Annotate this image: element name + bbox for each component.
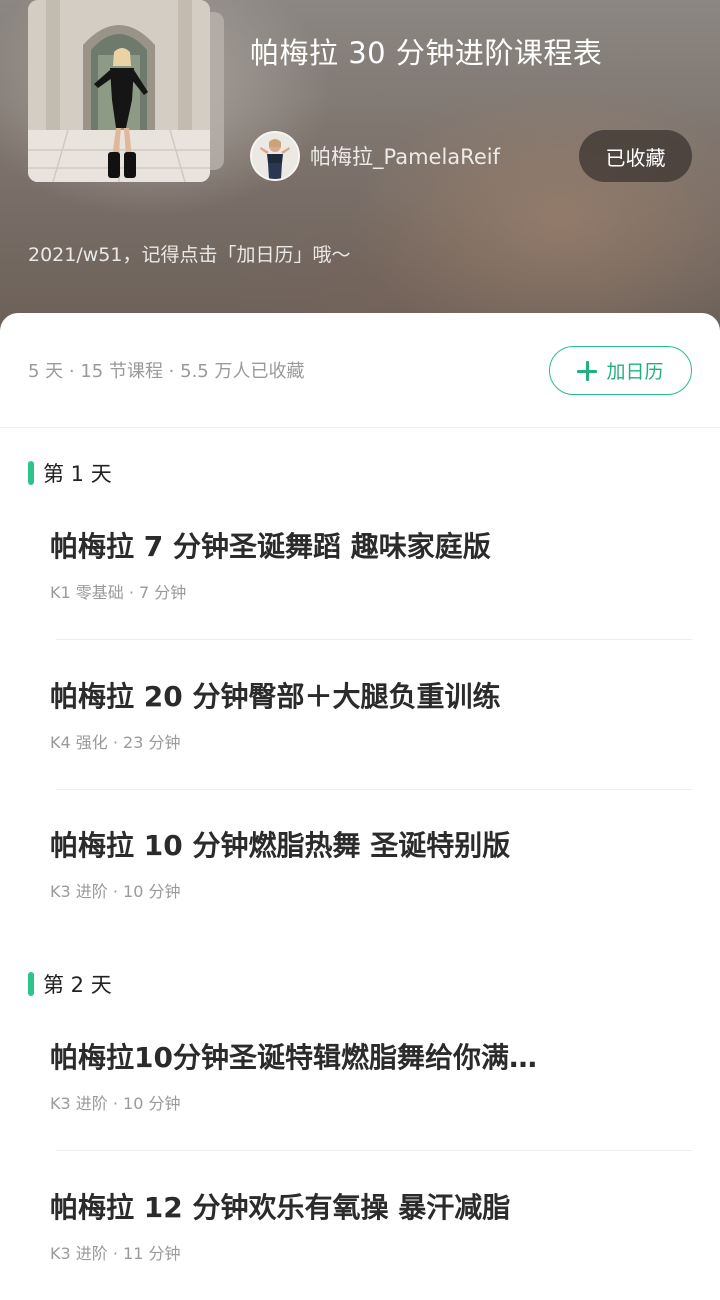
course-title[interactable]: 帕梅拉 7 分钟圣诞舞蹈 趣味家庭版 xyxy=(50,525,610,565)
course-title[interactable]: 帕梅拉10分钟圣诞特辑燃脂舞给你满… xyxy=(50,1036,610,1076)
course-title[interactable]: 帕梅拉 10 分钟燃脂热舞 圣诞特别版 xyxy=(50,824,610,864)
divider xyxy=(0,427,720,428)
row-divider xyxy=(56,1150,692,1151)
author-name[interactable]: 帕梅拉_PamelaReif xyxy=(310,141,500,171)
plus-icon xyxy=(577,360,598,381)
course-meta: K3 进阶 · 11 分钟 xyxy=(50,1244,181,1263)
playlist-title: 帕梅拉 30 分钟进阶课程表 xyxy=(250,36,603,70)
course-title[interactable]: 帕梅拉 20 分钟臀部＋大腿负重训练 xyxy=(50,675,610,715)
day-label: 第 2 天 xyxy=(43,973,112,997)
course-meta: K3 进阶 · 10 分钟 xyxy=(50,882,181,901)
course-meta: K3 进阶 · 10 分钟 xyxy=(50,1094,181,1113)
add-calendar-label: 加日历 xyxy=(606,361,664,383)
course-item[interactable]: 帕梅拉 12 分钟欢乐有氧操 暴汗减脂 K3 进阶 · 11 分钟 xyxy=(50,1186,690,1264)
day-label: 第 1 天 xyxy=(43,462,112,486)
course-title[interactable]: 帕梅拉 12 分钟欢乐有氧操 暴汗减脂 xyxy=(50,1186,610,1226)
cover-image xyxy=(28,0,210,182)
course-item[interactable]: 帕梅拉 10 分钟燃脂热舞 圣诞特别版 K3 进阶 · 10 分钟 xyxy=(50,824,690,902)
day-header-2: 第 2 天 xyxy=(28,970,112,998)
playlist-tip: 2021/w51，记得点击「加日历」哦～ xyxy=(28,244,351,266)
day-marker xyxy=(28,461,34,485)
add-calendar-button[interactable]: 加日历 xyxy=(549,346,692,395)
author-row[interactable]: 帕梅拉_PamelaReif xyxy=(250,130,500,182)
playlist-stats: 5 天 · 15 节课程 · 5.5 万人已收藏 xyxy=(28,361,305,382)
favorited-button[interactable]: 已收藏 xyxy=(579,130,692,182)
author-avatar[interactable] xyxy=(250,131,300,181)
course-meta: K4 强化 · 23 分钟 xyxy=(50,733,181,752)
day-marker xyxy=(28,972,34,996)
course-item[interactable]: 帕梅拉10分钟圣诞特辑燃脂舞给你满… K3 进阶 · 10 分钟 xyxy=(50,1036,690,1114)
row-divider xyxy=(56,789,692,790)
row-divider xyxy=(56,639,692,640)
course-item[interactable]: 帕梅拉 7 分钟圣诞舞蹈 趣味家庭版 K1 零基础 · 7 分钟 xyxy=(50,525,690,603)
course-item[interactable]: 帕梅拉 20 分钟臀部＋大腿负重训练 K4 强化 · 23 分钟 xyxy=(50,675,690,753)
course-sheet: 5 天 · 15 节课程 · 5.5 万人已收藏 加日历 第 1 天 帕梅拉 7… xyxy=(0,313,720,1300)
playlist-header: 帕梅拉 30 分钟进阶课程表 帕梅拉_PamelaReif 已收藏 2021/w… xyxy=(0,0,720,340)
day-header-1: 第 1 天 xyxy=(28,459,112,487)
cover-stack[interactable] xyxy=(28,0,224,182)
course-meta: K1 零基础 · 7 分钟 xyxy=(50,583,187,602)
